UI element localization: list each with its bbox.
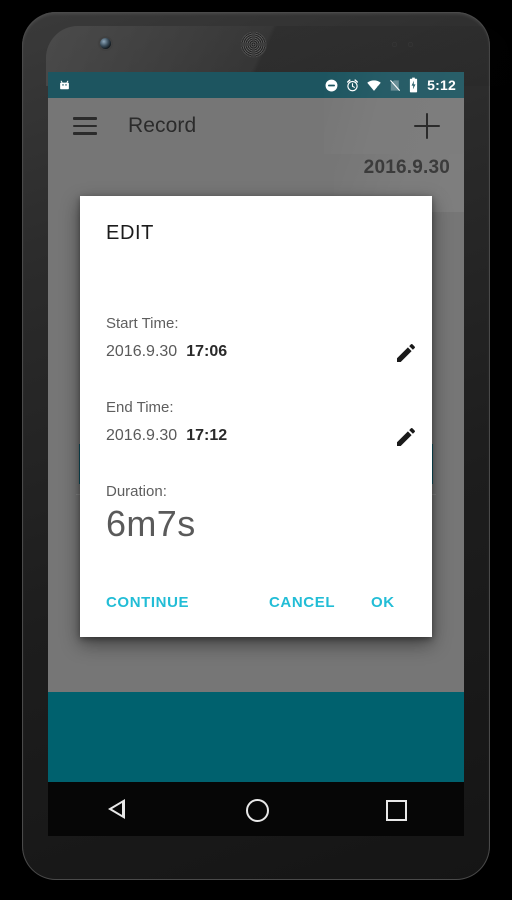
- earpiece-speaker: [240, 31, 267, 58]
- do-not-disturb-icon: [324, 78, 339, 93]
- start-time-label: Start Time:: [106, 315, 179, 332]
- recents-square-icon[interactable]: [382, 796, 408, 822]
- end-time-value: 2016.9.30 17:12: [106, 427, 406, 445]
- pencil-icon[interactable]: [394, 341, 418, 365]
- alarm-icon: [345, 78, 360, 93]
- duration-field: Duration: 6m7s: [106, 483, 406, 545]
- proximity-sensors: [392, 42, 430, 48]
- android-navigation-bar: [48, 782, 464, 836]
- home-circle-icon[interactable]: [243, 796, 269, 822]
- duration-label: Duration:: [106, 483, 167, 500]
- start-time-date: 2016.9.30: [106, 343, 178, 360]
- hamburger-menu-icon[interactable]: [73, 117, 97, 135]
- android-mascot-icon: [57, 78, 72, 93]
- battery-charging-icon: [408, 77, 419, 93]
- end-time-field: End Time: 2016.9.30 17:12: [106, 399, 415, 446]
- wifi-warning-icon: [366, 78, 382, 93]
- status-bar: 5:12: [48, 72, 464, 98]
- start-time-field: Start Time: 2016.9.30 17:06: [106, 315, 415, 362]
- edit-dialog: EDIT Start Time: 2016.9.30 17:06 End Time…: [80, 196, 432, 637]
- plus-icon[interactable]: [414, 113, 440, 139]
- dialog-title: EDIT: [106, 222, 154, 244]
- no-sim-icon: [388, 78, 402, 93]
- status-bar-clock: 5:12: [427, 77, 456, 93]
- front-camera: [100, 38, 111, 49]
- back-triangle-icon[interactable]: [104, 796, 130, 822]
- page-title: Record: [128, 114, 197, 137]
- cancel-button[interactable]: CANCEL: [269, 586, 335, 620]
- app-action-bar: Record: [48, 72, 464, 154]
- dialog-action-row: CONTINUE CANCEL OK: [80, 586, 432, 620]
- start-time-value: 2016.9.30 17:06: [106, 343, 406, 361]
- record-date-header: 2016.9.30: [363, 157, 450, 178]
- end-time-label: End Time:: [106, 399, 174, 416]
- ok-button[interactable]: OK: [371, 586, 395, 620]
- phone-screen: 5:12 Record 2016.9.30 Click to Finish It…: [48, 72, 464, 782]
- start-time-clock: 17:06: [186, 343, 228, 360]
- end-time-date: 2016.9.30: [106, 427, 178, 444]
- continue-button[interactable]: CONTINUE: [106, 586, 189, 620]
- end-time-clock: 17:12: [186, 427, 228, 444]
- duration-value: 6m7s: [106, 503, 196, 544]
- pencil-icon[interactable]: [394, 425, 418, 449]
- finish-panel[interactable]: Click to Finish It: [48, 692, 464, 782]
